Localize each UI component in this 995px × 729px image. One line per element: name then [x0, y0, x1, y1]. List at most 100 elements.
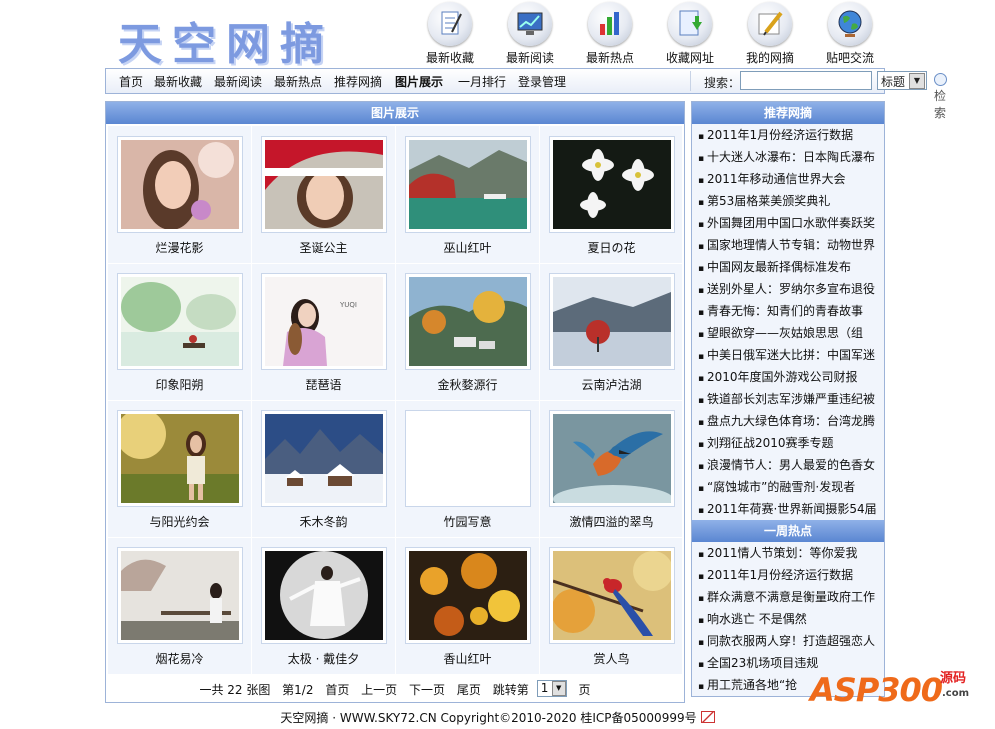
nav-link-monthly-rank[interactable]: 一月排行	[458, 73, 506, 90]
nav-icon-latest-collect[interactable]: 最新收藏	[414, 2, 486, 66]
recommend-item[interactable]: 送别外星人：罗纳尔多宣布退役	[692, 278, 884, 300]
recommend-item[interactable]: 青春无悔：知青们的青春故事	[692, 300, 884, 322]
recommend-item[interactable]: 中美日俄军迷大比拼：中国军迷	[692, 344, 884, 366]
hot-item[interactable]: 2011年1月份经济运行数据	[692, 564, 884, 586]
nav-icon-forum[interactable]: 贴吧交流	[814, 2, 886, 66]
pager-next[interactable]: 下一页	[409, 683, 445, 697]
gallery-item[interactable]: 太极 · 戴佳夕	[252, 537, 396, 675]
photo-thumbnail[interactable]	[121, 551, 239, 640]
photo-thumbnail[interactable]	[265, 140, 383, 229]
photo-caption[interactable]: 竹园写意	[396, 513, 539, 530]
recommend-item[interactable]: 十大迷人冰瀑布：日本陶氏瀑布	[692, 146, 884, 168]
nav-icon-my-notes[interactable]: 我的网摘	[734, 2, 806, 66]
pager-prev[interactable]: 上一页	[361, 683, 397, 697]
nav-link-login[interactable]: 登录管理	[518, 73, 566, 90]
pager-first[interactable]: 首页	[325, 683, 349, 697]
photo-thumbnail[interactable]	[121, 140, 239, 229]
recommend-item[interactable]: 第53届格莱美颁奖典礼	[692, 190, 884, 212]
recommend-item[interactable]: 2011年1月份经济运行数据	[692, 124, 884, 146]
nav-icon-label: 收藏网址	[665, 51, 714, 65]
nav-link-gallery[interactable]: 图片展示	[395, 73, 443, 90]
site-logo[interactable]: 天空网摘	[118, 8, 334, 72]
recommend-item[interactable]: 刘翔征战2010赛季专题	[692, 432, 884, 454]
photo-caption[interactable]: 烂漫花影	[108, 239, 251, 256]
gallery-item[interactable]: 烂漫花影	[108, 126, 252, 264]
recommend-item[interactable]: 铁道部长刘志军涉嫌严重违纪被	[692, 388, 884, 410]
nav-link-latest-hot[interactable]: 最新热点	[274, 73, 322, 90]
recommend-item[interactable]: 国家地理情人节专辑：动物世界	[692, 234, 884, 256]
recommend-item[interactable]: “腐蚀城市”的融雪剂·发现者	[692, 476, 884, 498]
gallery-item[interactable]: 激情四溢的翠鸟	[540, 400, 684, 538]
photo-caption[interactable]: 印象阳朔	[108, 376, 251, 393]
photo-caption[interactable]: 太极 · 戴佳夕	[252, 650, 395, 667]
photo-caption[interactable]: 圣诞公主	[252, 239, 395, 256]
photo-caption[interactable]: 金秋婺源行	[396, 376, 539, 393]
recommend-item[interactable]: 望眼欲穿——灰姑娘思思（组	[692, 322, 884, 344]
nav-link-home[interactable]: 首页	[119, 73, 143, 90]
gallery-item[interactable]: 云南泸沽湖	[540, 263, 684, 401]
photo-thumbnail[interactable]	[121, 414, 239, 503]
photo-thumbnail[interactable]	[409, 414, 527, 503]
hot-item[interactable]: 响水逃亡 不是偶然	[692, 608, 884, 630]
recommend-item[interactable]: 盘点九大绿色体育场：台湾龙腾	[692, 410, 884, 432]
photo-caption[interactable]: 烟花易冷	[108, 650, 251, 667]
pager-last[interactable]: 尾页	[457, 683, 481, 697]
photo-caption[interactable]: 香山红叶	[396, 650, 539, 667]
recommend-item[interactable]: 2011年移动通信世界大会	[692, 168, 884, 190]
nav-icon-latest-read[interactable]: 最新阅读	[494, 2, 566, 66]
gallery-item[interactable]: 印象阳朔	[108, 263, 252, 401]
photo-caption[interactable]: 赏人鸟	[540, 650, 683, 667]
photo-caption[interactable]: 琵琶语	[252, 376, 395, 393]
photo-thumbnail[interactable]: YUQI	[265, 277, 383, 366]
gallery-item[interactable]: 巫山红叶	[396, 126, 540, 264]
gallery-item[interactable]: 竹园写意	[396, 400, 540, 538]
photo-thumbnail[interactable]	[553, 551, 671, 640]
gallery-item[interactable]: 香山红叶	[396, 537, 540, 675]
photo-thumbnail[interactable]	[409, 140, 527, 229]
photo-thumbnail[interactable]	[265, 551, 383, 640]
nav-link-recommend[interactable]: 推荐网摘	[334, 73, 382, 90]
photo-thumbnail[interactable]	[409, 277, 527, 366]
gallery-item[interactable]: 赏人鸟	[540, 537, 684, 675]
nav-link-latest-read[interactable]: 最新阅读	[214, 73, 262, 90]
photo-thumbnail[interactable]	[409, 551, 527, 640]
recommend-item[interactable]: 中国网友最新择偶标准发布	[692, 256, 884, 278]
stats-icon[interactable]	[700, 711, 715, 723]
recommend-item[interactable]: 外国舞团用中国口水歌伴奏跃奖	[692, 212, 884, 234]
photo-thumbnail[interactable]	[121, 277, 239, 366]
photo-thumbnail[interactable]	[553, 414, 671, 503]
photo-thumbnail[interactable]	[553, 140, 671, 229]
hot-title: 一周热点	[692, 520, 884, 542]
nav-link-latest-collect[interactable]: 最新收藏	[154, 73, 202, 90]
gallery-item[interactable]: YUQI 琵琶语	[252, 263, 396, 401]
photo-caption[interactable]: 巫山红叶	[396, 239, 539, 256]
photo-caption[interactable]: 激情四溢的翠鸟	[540, 513, 683, 530]
pager-total: 一共 22 张图	[199, 683, 271, 697]
photo-thumbnail[interactable]	[553, 277, 671, 366]
photo-caption[interactable]: 夏日の花	[540, 239, 683, 256]
gallery-item[interactable]: 与阳光约会	[108, 400, 252, 538]
photo-caption[interactable]: 与阳光约会	[108, 513, 251, 530]
gallery-item[interactable]: 夏日の花	[540, 126, 684, 264]
recommend-item[interactable]: 浪漫情节人：男人最爱的色香女	[692, 454, 884, 476]
photo-thumbnail[interactable]	[265, 414, 383, 503]
gallery-item[interactable]: 金秋婺源行	[396, 263, 540, 401]
search-field-value: 标题	[881, 75, 906, 89]
photo-caption[interactable]: 禾木冬韵	[252, 513, 395, 530]
nav-icon-collect-url[interactable]: 收藏网址	[654, 2, 726, 66]
hot-item[interactable]: 同款衣服两人穿！打造超强恋人	[692, 630, 884, 652]
search-input[interactable]	[740, 71, 872, 90]
photo-caption[interactable]: 云南泸沽湖	[540, 376, 683, 393]
nav-icon-latest-hot[interactable]: 最新热点	[574, 2, 646, 66]
hot-item[interactable]: 群众满意不满意是衡量政府工作	[692, 586, 884, 608]
recommend-item[interactable]: 2011年荷赛·世界新闻摄影54届	[692, 498, 884, 520]
gallery-item[interactable]: 圣诞公主	[252, 126, 396, 264]
search-field-select[interactable]: 标题 ▼	[877, 71, 927, 90]
gallery-item[interactable]: 烟花易冷	[108, 537, 252, 675]
search-button[interactable]: 检索	[934, 73, 949, 121]
recommend-item[interactable]: 2010年度国外游戏公司财报	[692, 366, 884, 388]
pager-jump-select[interactable]: 1 ▼	[536, 680, 567, 697]
watermark-domain: .com	[942, 688, 970, 699]
hot-item[interactable]: 2011情人节策划：等你爱我	[692, 542, 884, 564]
gallery-item[interactable]: 禾木冬韵	[252, 400, 396, 538]
